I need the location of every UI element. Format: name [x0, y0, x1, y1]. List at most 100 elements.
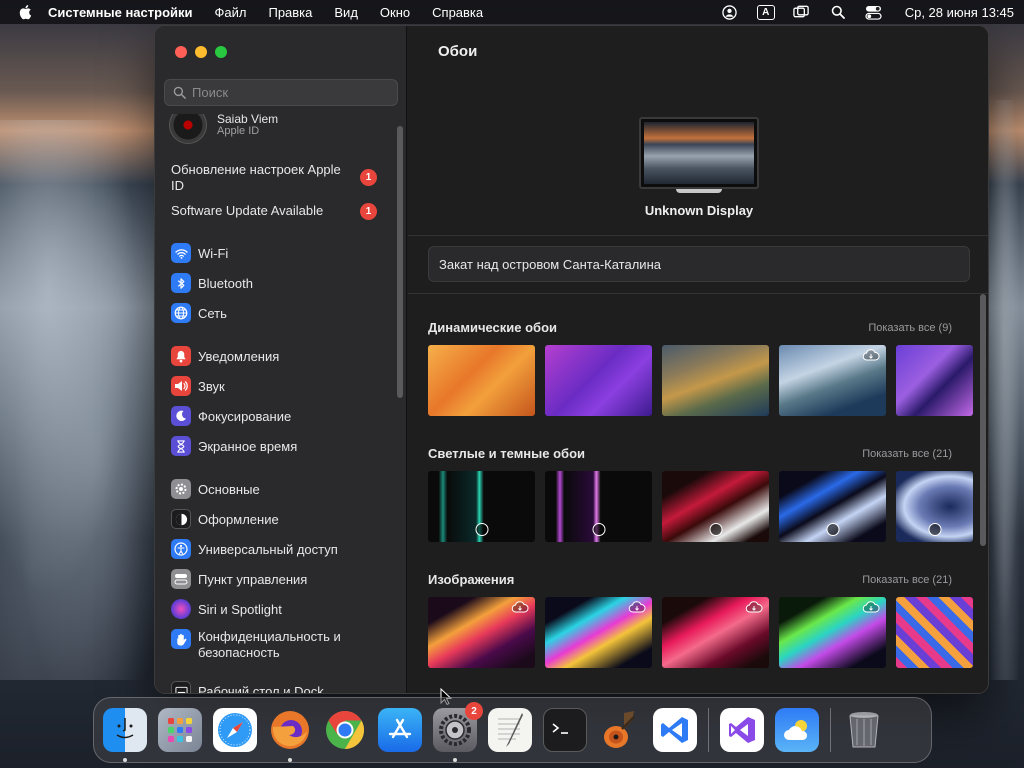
- sidebar: Saiab Viem Apple ID Обновление настроек …: [155, 26, 407, 693]
- section-title-pictures: Изображения: [428, 572, 515, 587]
- menu-app-name[interactable]: Системные настройки: [48, 5, 193, 20]
- dock-separator: [830, 708, 831, 752]
- wallpaper-thumbnail[interactable]: [779, 597, 886, 668]
- screen-mirroring-icon[interactable]: [793, 4, 811, 20]
- sidebar-item-appearance[interactable]: Оформление: [171, 509, 279, 529]
- wallpaper-thumbnail[interactable]: [545, 597, 652, 668]
- dock-textedit[interactable]: [488, 708, 532, 752]
- menu-edit[interactable]: Правка: [268, 5, 312, 20]
- trash-icon: [849, 712, 879, 748]
- apple-logo-icon[interactable]: [18, 4, 34, 20]
- dock-visual-studio[interactable]: [720, 708, 764, 752]
- dock-launchpad[interactable]: [158, 708, 202, 752]
- download-cloud-icon: [745, 601, 763, 613]
- wallpaper-thumbnail[interactable]: [662, 471, 769, 542]
- dock-garageband[interactable]: [598, 708, 642, 752]
- sidebar-item-label: Siri и Spotlight: [198, 601, 282, 617]
- wallpaper-thumbnail[interactable]: [779, 345, 886, 416]
- sidebar-item-accessibility[interactable]: Универсальный доступ: [171, 539, 338, 559]
- sidebar-item-siri-spotlight[interactable]: Siri и Spotlight: [171, 599, 282, 619]
- sidebar-item-control-center[interactable]: Пункт управления: [171, 569, 307, 589]
- menu-window[interactable]: Окно: [380, 5, 410, 20]
- sidebar-item-bluetooth[interactable]: Bluetooth: [171, 273, 253, 293]
- content-scrollbar[interactable]: [980, 294, 986, 546]
- show-all-light-dark-button[interactable]: Показать все (21): [862, 448, 952, 460]
- search-input[interactable]: [192, 85, 382, 100]
- sidebar-item-general[interactable]: Основные: [171, 479, 260, 499]
- display-name: Unknown Display: [644, 203, 754, 218]
- menu-file[interactable]: Файл: [215, 5, 247, 20]
- sidebar-item-notifications[interactable]: Уведомления: [171, 346, 279, 366]
- wallpaper-thumbnail[interactable]: [896, 471, 973, 542]
- gear-icon: [171, 479, 191, 499]
- vscode-icon: [661, 717, 688, 743]
- apple-id-account[interactable]: Saiab Viem Apple ID: [169, 114, 278, 144]
- sidebar-search[interactable]: [164, 79, 398, 106]
- show-all-dynamic-button[interactable]: Показать все (9): [868, 322, 952, 334]
- current-wallpaper-preview: [644, 122, 754, 184]
- dock-finder[interactable]: [103, 708, 147, 762]
- divider: [408, 235, 988, 236]
- sidebar-item-desktop-dock[interactable]: Рабочий стол и Dock: [171, 681, 324, 693]
- menu-clock[interactable]: Ср, 28 июня 13:45: [905, 5, 1014, 20]
- account-name: Saiab Viem: [217, 114, 279, 126]
- dock-safari[interactable]: [213, 708, 257, 752]
- minimize-window-button[interactable]: [195, 46, 207, 58]
- software-update-notice[interactable]: Software Update Available: [171, 203, 351, 219]
- wallpaper-thumbnail[interactable]: [779, 471, 886, 542]
- notice-badge: 1: [360, 169, 377, 186]
- wallpaper-thumbnail[interactable]: [896, 597, 973, 668]
- sidebar-item-focus[interactable]: Фокусирование: [171, 406, 291, 426]
- sidebar-item-privacy[interactable]: Конфиденциальность и безопасность: [171, 629, 371, 661]
- window-controls: [175, 46, 227, 58]
- menu-view[interactable]: Вид: [334, 5, 358, 20]
- input-source-icon[interactable]: A: [756, 4, 775, 20]
- dock-firefox[interactable]: [268, 708, 312, 762]
- menu-bar: Системные настройки Файл Правка Вид Окно…: [0, 0, 1024, 24]
- wallpaper-thumbnail[interactable]: [545, 471, 652, 542]
- dock-trash[interactable]: [842, 708, 886, 752]
- wallpaper-thumbnail[interactable]: [428, 471, 535, 542]
- sidebar-item-screen-time[interactable]: Экранное время: [171, 436, 297, 456]
- zoom-window-button[interactable]: [215, 46, 227, 58]
- user-account-icon[interactable]: [721, 4, 739, 20]
- spotlight-search-icon[interactable]: [829, 4, 847, 20]
- siri-icon: [171, 599, 191, 619]
- wallpaper-thumbnail[interactable]: [896, 345, 973, 416]
- dock-icon: [171, 681, 191, 693]
- wallpaper-thumbnail[interactable]: [662, 345, 769, 416]
- control-center-icon[interactable]: [865, 4, 883, 20]
- dock-vscode[interactable]: [653, 708, 697, 752]
- dock-weather[interactable]: [775, 708, 819, 752]
- sidebar-item-sound[interactable]: Звук: [171, 376, 225, 396]
- dock-chrome[interactable]: [323, 708, 367, 752]
- sidebar-item-label: Универсальный доступ: [198, 541, 338, 557]
- show-all-pictures-button[interactable]: Показать все (21): [862, 574, 952, 586]
- wallpaper-thumbnail[interactable]: [428, 345, 535, 416]
- sidebar-item-label: Уведомления: [198, 348, 280, 364]
- account-subtitle: Apple ID: [217, 125, 260, 137]
- sidebar-item-label: Экранное время: [198, 438, 298, 454]
- bluetooth-icon: [171, 273, 191, 293]
- sidebar-item-wifi[interactable]: Wi-Fi: [171, 243, 228, 263]
- launchpad-icon: [168, 718, 192, 742]
- avatar: [169, 114, 207, 144]
- finder-icon: [116, 718, 134, 739]
- section-title-light-dark: Светлые и темные обои: [428, 446, 586, 461]
- pictures-row: [428, 597, 973, 668]
- wallpaper-name-field[interactable]: Закат над островом Санта-Каталина: [428, 246, 970, 282]
- sidebar-item-label: Bluetooth: [198, 275, 253, 291]
- wallpaper-thumbnail[interactable]: [545, 345, 652, 416]
- sidebar-item-network[interactable]: Сеть: [171, 303, 227, 323]
- moon-icon: [171, 406, 191, 426]
- sidebar-list[interactable]: Saiab Viem Apple ID Обновление настроек …: [155, 114, 407, 693]
- close-window-button[interactable]: [175, 46, 187, 58]
- dock-system-settings[interactable]: 2: [433, 702, 483, 762]
- wallpaper-thumbnail[interactable]: [662, 597, 769, 668]
- sidebar-scrollbar[interactable]: [397, 126, 403, 398]
- wallpaper-thumbnail[interactable]: [428, 597, 535, 668]
- dock-terminal[interactable]: [543, 708, 587, 752]
- menu-help[interactable]: Справка: [432, 5, 483, 20]
- apple-id-update-notice[interactable]: Обновление настроек Apple ID: [171, 162, 351, 194]
- dock-app-store[interactable]: [378, 708, 422, 752]
